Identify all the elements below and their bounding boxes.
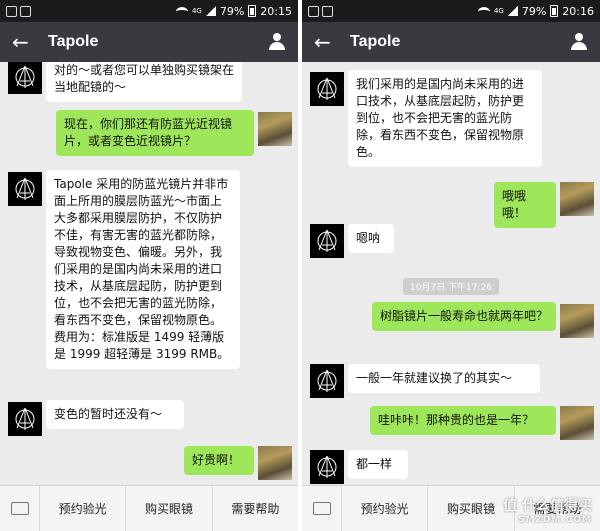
network-label: 4G: [191, 6, 202, 15]
notification-icons: [6, 5, 31, 17]
chat-timestamp: 10月7日 下午17:26: [403, 278, 499, 295]
battery-icon: [550, 5, 559, 17]
menu-book-eye-exam[interactable]: 预约验光: [342, 485, 429, 531]
status-bar: 4G 79% 20:16: [302, 0, 600, 22]
user-avatar[interactable]: [258, 446, 292, 480]
app-bar: ← Tapole: [302, 22, 600, 62]
left-phone-screen: 4G 79% 20:15 ← Tapole 对的～或者您可以单独购买镜架在当地配…: [0, 0, 298, 531]
message-bubble-incoming[interactable]: 嗯呐: [348, 224, 394, 253]
watermark-brand: 值 什么值得买: [503, 498, 592, 514]
message-bubble-incoming[interactable]: 都一样: [348, 450, 408, 479]
clock: 20:15: [260, 4, 292, 18]
chat-area[interactable]: 我们采用的是国内尚未采用的进口技术，从基底层起防，防护更到位，也不会把无害的蓝光…: [302, 62, 600, 485]
tapole-logo-icon[interactable]: [8, 62, 42, 94]
message-bubble-incoming[interactable]: 我们采用的是国内尚未采用的进口技术，从基底层起防，防护更到位，也不会把无害的蓝光…: [348, 70, 542, 167]
network-label: 4G: [493, 6, 504, 15]
user-avatar[interactable]: [560, 182, 594, 216]
menu-book-eye-exam[interactable]: 预约验光: [40, 485, 127, 531]
user-avatar[interactable]: [560, 406, 594, 440]
notification-icons: [308, 5, 333, 17]
tapole-logo-icon[interactable]: [310, 224, 344, 258]
notification-icon: [6, 5, 17, 17]
clock: 20:16: [562, 4, 594, 18]
message-bubble-incoming[interactable]: Tapole 采用的防蓝光镜片并非市面上所用的膜层防蓝光～市面上大多都采用膜层防…: [46, 170, 240, 369]
battery-percent: 79%: [521, 4, 547, 18]
user-avatar[interactable]: [258, 112, 292, 146]
tapole-logo-icon[interactable]: [8, 402, 42, 436]
wifi-icon: [477, 6, 490, 16]
keyboard-icon[interactable]: [0, 485, 40, 531]
notification-icon: [322, 5, 333, 17]
battery-icon: [248, 5, 257, 17]
message-bubble-outgoing[interactable]: 好贵啊！: [184, 446, 254, 475]
message-bubble-outgoing[interactable]: 现在，你们那还有防蓝光近视镜片，或者变色近视镜片？: [56, 110, 254, 156]
notification-icon: [308, 5, 319, 17]
user-avatar[interactable]: [560, 304, 594, 338]
message-bubble-outgoing[interactable]: 哦哦哦！: [494, 182, 556, 228]
back-arrow-icon[interactable]: ←: [12, 30, 38, 54]
tapole-logo-icon[interactable]: [310, 450, 344, 484]
message-bubble-incoming[interactable]: 变色的暂时还没有～: [46, 400, 184, 429]
wifi-icon: [175, 6, 188, 16]
back-arrow-icon[interactable]: ←: [314, 30, 340, 54]
user-icon[interactable]: [570, 33, 588, 51]
chat-area[interactable]: 对的～或者您可以单独购买镜架在当地配镜的～ 现在，你们那还有防蓝光近视镜片，或者…: [0, 62, 298, 485]
chat-title: Tapole: [48, 33, 99, 50]
message-bubble-outgoing[interactable]: 树脂镜片一般寿命也就两年吧？: [372, 302, 556, 331]
app-bar: ← Tapole: [0, 22, 298, 62]
message-bubble-outgoing[interactable]: 哇咔咔！那种贵的也是一年？: [370, 406, 556, 435]
watermark: 值 什么值得买 SMZDM.COM: [503, 499, 592, 527]
signal-icon: [205, 6, 216, 16]
menu-buy-glasses[interactable]: 购买眼镜: [428, 485, 515, 531]
signal-icon: [507, 6, 518, 16]
status-bar: 4G 79% 20:15: [0, 0, 298, 22]
tapole-logo-icon[interactable]: [8, 172, 42, 206]
user-icon[interactable]: [268, 33, 286, 51]
menu-buy-glasses[interactable]: 购买眼镜: [126, 485, 213, 531]
message-bubble-incoming[interactable]: 对的～或者您可以单独购买镜架在当地配镜的～: [46, 62, 242, 102]
menu-bar: 预约验光 购买眼镜 需要帮助: [0, 485, 298, 531]
chat-title: Tapole: [350, 33, 401, 50]
message-bubble-incoming[interactable]: 一般一年就建议换了的其实～: [348, 364, 540, 393]
menu-need-help[interactable]: 需要帮助: [213, 486, 298, 531]
tapole-logo-icon[interactable]: [310, 72, 344, 106]
battery-percent: 79%: [219, 4, 245, 18]
watermark-domain: SMZDM.COM: [517, 515, 592, 525]
tapole-logo-icon[interactable]: [310, 364, 344, 398]
keyboard-icon[interactable]: [302, 485, 342, 531]
right-phone-screen: 4G 79% 20:16 ← Tapole 我们采用的是国内尚未采用的进口技术，…: [302, 0, 600, 531]
notification-icon: [20, 5, 31, 17]
